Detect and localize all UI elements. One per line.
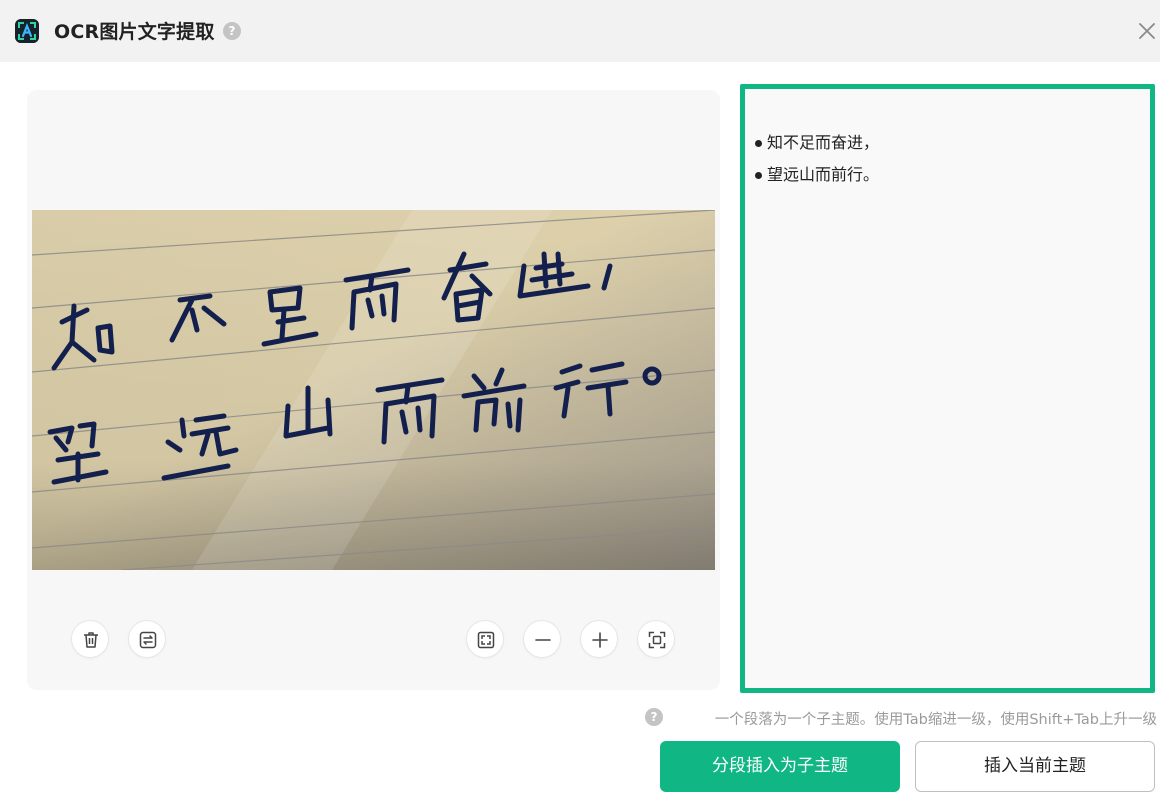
close-icon[interactable] [1136,20,1158,42]
insert-current-topic-button[interactable]: 插入当前主题 [915,741,1155,792]
insert-as-subtopics-button[interactable]: 分段插入为子主题 [660,741,900,792]
result-line[interactable]: 望远山而前行。 [753,159,879,191]
swap-icon [139,631,157,649]
scan-icon [648,631,666,649]
zoom-in-icon [592,632,608,648]
result-line[interactable]: 知不足而奋进， [753,127,879,159]
hint-text: 一个段落为一个子主题。使用Tab缩进一级，使用Shift+Tab上升一级 [714,712,1157,728]
fit-screen-icon [477,631,495,649]
handwritten-note-photo [32,210,715,570]
help-icon: ? [645,708,663,726]
zoom-in-button[interactable] [580,620,618,658]
ocr-app-icon [15,19,39,43]
result-list: 知不足而奋进， 望远山而前行。 [753,127,879,191]
image-preview-panel [27,90,720,690]
delete-button[interactable] [71,620,109,658]
scan-button[interactable] [637,620,675,658]
zoom-out-icon [535,639,551,641]
dialog-title: OCR图片文字提取 [54,21,215,43]
trash-icon [84,632,98,648]
usage-hint: ? 一个段落为一个子主题。使用Tab缩进一级，使用Shift+Tab上升一级 [645,707,1157,728]
fit-screen-button[interactable] [466,620,504,658]
help-icon[interactable]: ? [223,22,241,40]
replace-image-button[interactable] [128,620,166,658]
zoom-out-button[interactable] [523,620,561,658]
ocr-result-editor[interactable]: 知不足而奋进， 望远山而前行。 [740,84,1155,693]
dialog-titlebar: OCR图片文字提取 ? [0,0,1160,62]
